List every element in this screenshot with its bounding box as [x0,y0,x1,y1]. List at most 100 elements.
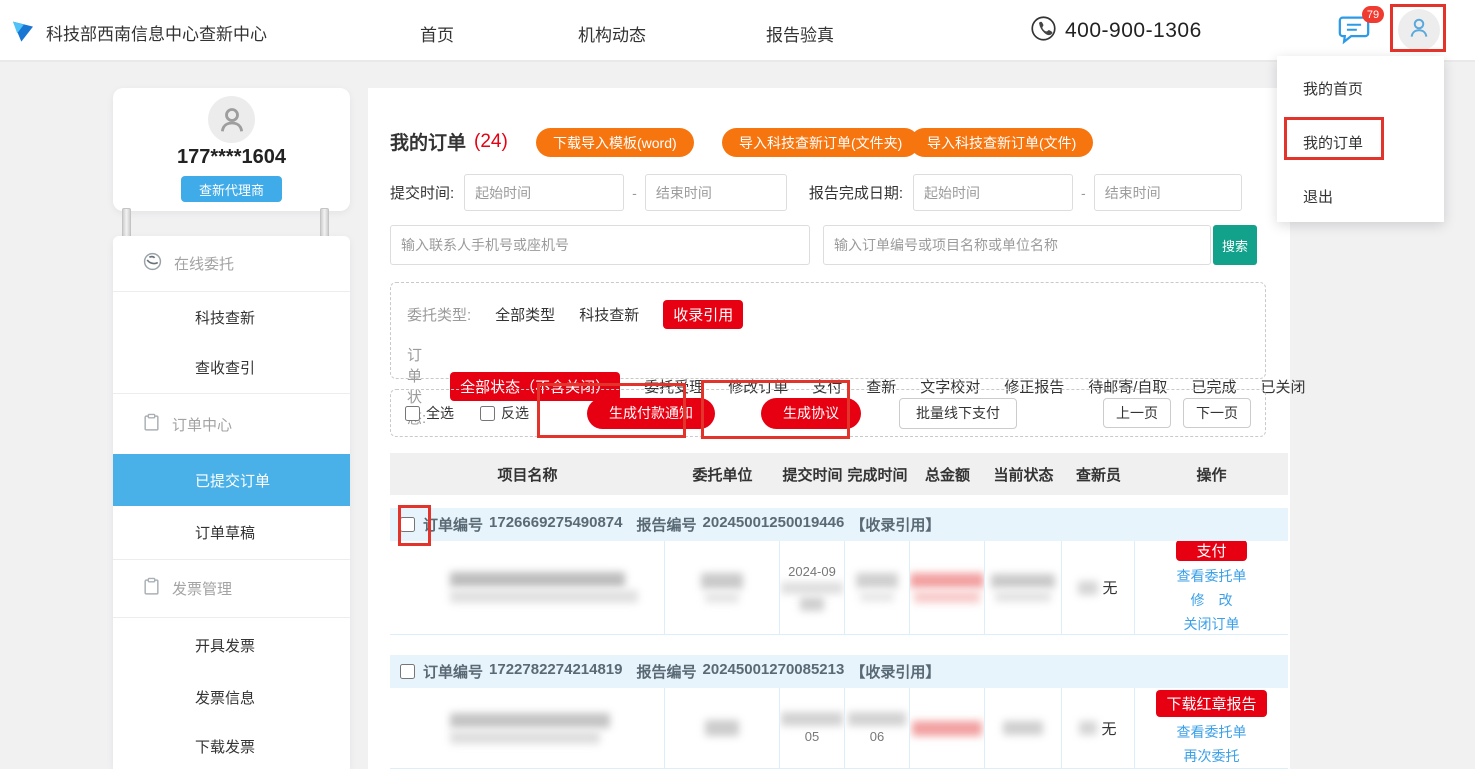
report-end-date-input[interactable] [1094,174,1242,211]
invert-select-checkbox[interactable] [480,406,495,421]
generate-agreement-button[interactable]: 生成协议 [761,398,861,429]
menu-item-logout[interactable]: 退出 [1303,186,1333,207]
cell-amount-redacted [910,688,985,768]
col-submit-time: 提交时间 [780,453,845,495]
order-group-header: 订单编号 1726669275490874 报告编号 2024500125001… [390,508,1288,541]
user-account-button[interactable] [1398,9,1440,51]
sidebar-item-submitted-orders[interactable]: 已提交订单 [113,454,350,506]
sidebar-item-scitech-search[interactable]: 科技查新 [113,292,350,342]
cell-client-unit-redacted [665,541,780,634]
sidebar-item-citation-search[interactable]: 查收查引 [113,342,350,394]
col-reviewer: 查新员 [1062,453,1135,495]
re-entrust-link[interactable]: 再次委托 [1184,745,1240,767]
import-order-file-button[interactable]: 导入科技查新订单(文件) [910,128,1093,157]
menu-item-my-home[interactable]: 我的首页 [1303,78,1363,99]
type-filter-label: 委托类型: [407,304,471,325]
view-order-form-link[interactable]: 查看委托单 [1177,721,1247,743]
select-all-control[interactable]: 全选 [405,403,454,423]
type-option-scitech[interactable]: 科技查新 [579,304,639,325]
import-order-folder-button[interactable]: 导入科技查新订单(文件夹) [722,128,919,157]
sidebar-group-invoice[interactable]: 发票管理 [113,560,350,618]
filter-box: 委托类型: 全部类型 科技查新 收录引用 订单状态: 全部状态（不含关闭） 委托… [390,282,1266,379]
order-no-label: 订单编号 [423,661,483,682]
user-dropdown-menu: 我的首页 我的订单 退出 [1277,56,1444,222]
download-template-button[interactable]: 下载导入模板(word) [536,128,694,157]
submit-start-date-input[interactable] [464,174,624,211]
agent-role-button[interactable]: 查新代理商 [181,176,282,202]
report-start-date-input[interactable] [913,174,1073,211]
download-stamped-report-button[interactable]: 下载红章报告 [1156,690,1266,717]
submit-end-date-input[interactable] [645,174,787,211]
generate-payment-notice-button[interactable]: 生成付款通知 [587,398,715,429]
report-no: 20245001270085213 [703,661,845,682]
order-row-checkbox[interactable] [400,664,415,679]
order-count: (24) [474,131,508,153]
report-date-label: 报告完成日期: [809,182,903,203]
main-panel: 我的订单 (24) 下载导入模板(word) 导入科技查新订单(文件夹) 导入科… [368,88,1290,769]
type-option-citation-selected[interactable]: 收录引用 [663,300,743,329]
invert-select-label: 反选 [501,403,529,423]
cell-actions: 下载红章报告 查看委托单 再次委托 [1135,688,1288,768]
invert-select-control[interactable]: 反选 [480,403,529,423]
order-group-header: 订单编号 1722782274214819 报告编号 2024500127008… [390,655,1288,688]
sidebar-item-invoice-info[interactable]: 发票信息 [113,672,350,723]
cell-status-redacted [985,688,1062,768]
clipboard-icon [143,577,160,600]
type-option-all[interactable]: 全部类型 [495,304,555,325]
cell-complete-time-partial: 06 [845,688,910,768]
cell-submit-time-partial: 2024-09 [780,541,845,634]
batch-offline-pay-button[interactable]: 批量线下支付 [899,398,1017,429]
view-order-form-link[interactable]: 查看委托单 [1177,565,1247,587]
sidebar-group-online[interactable]: 在线委托 [113,236,350,292]
order-type-tag: 【收录引用】 [850,661,940,682]
profile-card: 177****1604 查新代理商 [113,88,350,211]
sidebar-menu: 在线委托 科技查新 查收查引 订单中心 已提交订单 订单草稿 发票管理 开具发票… [113,236,350,769]
cell-complete-time-redacted [845,541,910,634]
modify-link[interactable]: 修 改 [1191,589,1233,611]
cell-project-name-redacted [390,541,665,634]
phone-icon [1030,15,1057,47]
contact-phone-input[interactable] [390,225,810,265]
cell-actions: 支付 查看委托单 修 改 关闭订单 [1135,541,1288,634]
search-button[interactable]: 搜索 [1213,225,1257,265]
col-complete-time: 完成时间 [845,453,910,495]
sidebar-group-order-center[interactable]: 订单中心 [113,394,350,454]
select-all-checkbox[interactable] [405,406,420,421]
cell-reviewer: 无 [1062,541,1135,634]
masked-phone: 177****1604 [113,146,350,169]
status-option-closed[interactable]: 已关闭 [1260,376,1305,397]
select-all-label: 全选 [426,403,454,423]
order-row-checkbox[interactable] [400,517,415,532]
order-no: 1726669275490874 [489,514,622,535]
pay-button[interactable]: 支付 [1176,541,1246,561]
col-actions: 操作 [1135,453,1288,495]
screen: 科技部西南信息中心查新中心 首页 机构动态 报告验真 400-900-1306 … [0,0,1475,769]
col-project-name: 项目名称 [390,453,665,495]
brand-title: 科技部西南信息中心查新中心 [46,20,267,45]
chat-bubble-icon [1336,33,1372,50]
brand: 科技部西南信息中心查新中心 [8,14,267,51]
menu-item-my-orders[interactable]: 我的订单 [1303,132,1363,153]
order-keyword-input[interactable] [823,225,1211,265]
sidebar-item-issue-invoice[interactable]: 开具发票 [113,618,350,672]
cell-client-unit-redacted [665,688,780,768]
sidebar-item-download-invoice[interactable]: 下载发票 [113,723,350,769]
submit-time-label: 提交时间: [390,182,454,203]
cell-submit-time-partial: 05 [780,688,845,768]
cell-reviewer: 无 [1062,688,1135,768]
next-page-button[interactable]: 下一页 [1183,398,1251,428]
messages-button[interactable]: 79 [1336,12,1376,50]
report-no-label: 报告编号 [637,661,697,682]
nav-agency-news[interactable]: 机构动态 [578,21,646,46]
logo-icon [8,14,38,51]
date-range-dash: - [632,185,637,201]
col-current-status: 当前状态 [985,453,1062,495]
sidebar-item-order-drafts[interactable]: 订单草稿 [113,506,350,560]
order-no: 1722782274214819 [489,661,622,682]
user-icon [1407,16,1431,45]
nav-home[interactable]: 首页 [420,21,454,46]
nav-report-verify[interactable]: 报告验真 [766,21,834,46]
avatar [208,96,255,143]
close-order-link[interactable]: 关闭订单 [1184,613,1240,634]
prev-page-button[interactable]: 上一页 [1103,398,1171,428]
